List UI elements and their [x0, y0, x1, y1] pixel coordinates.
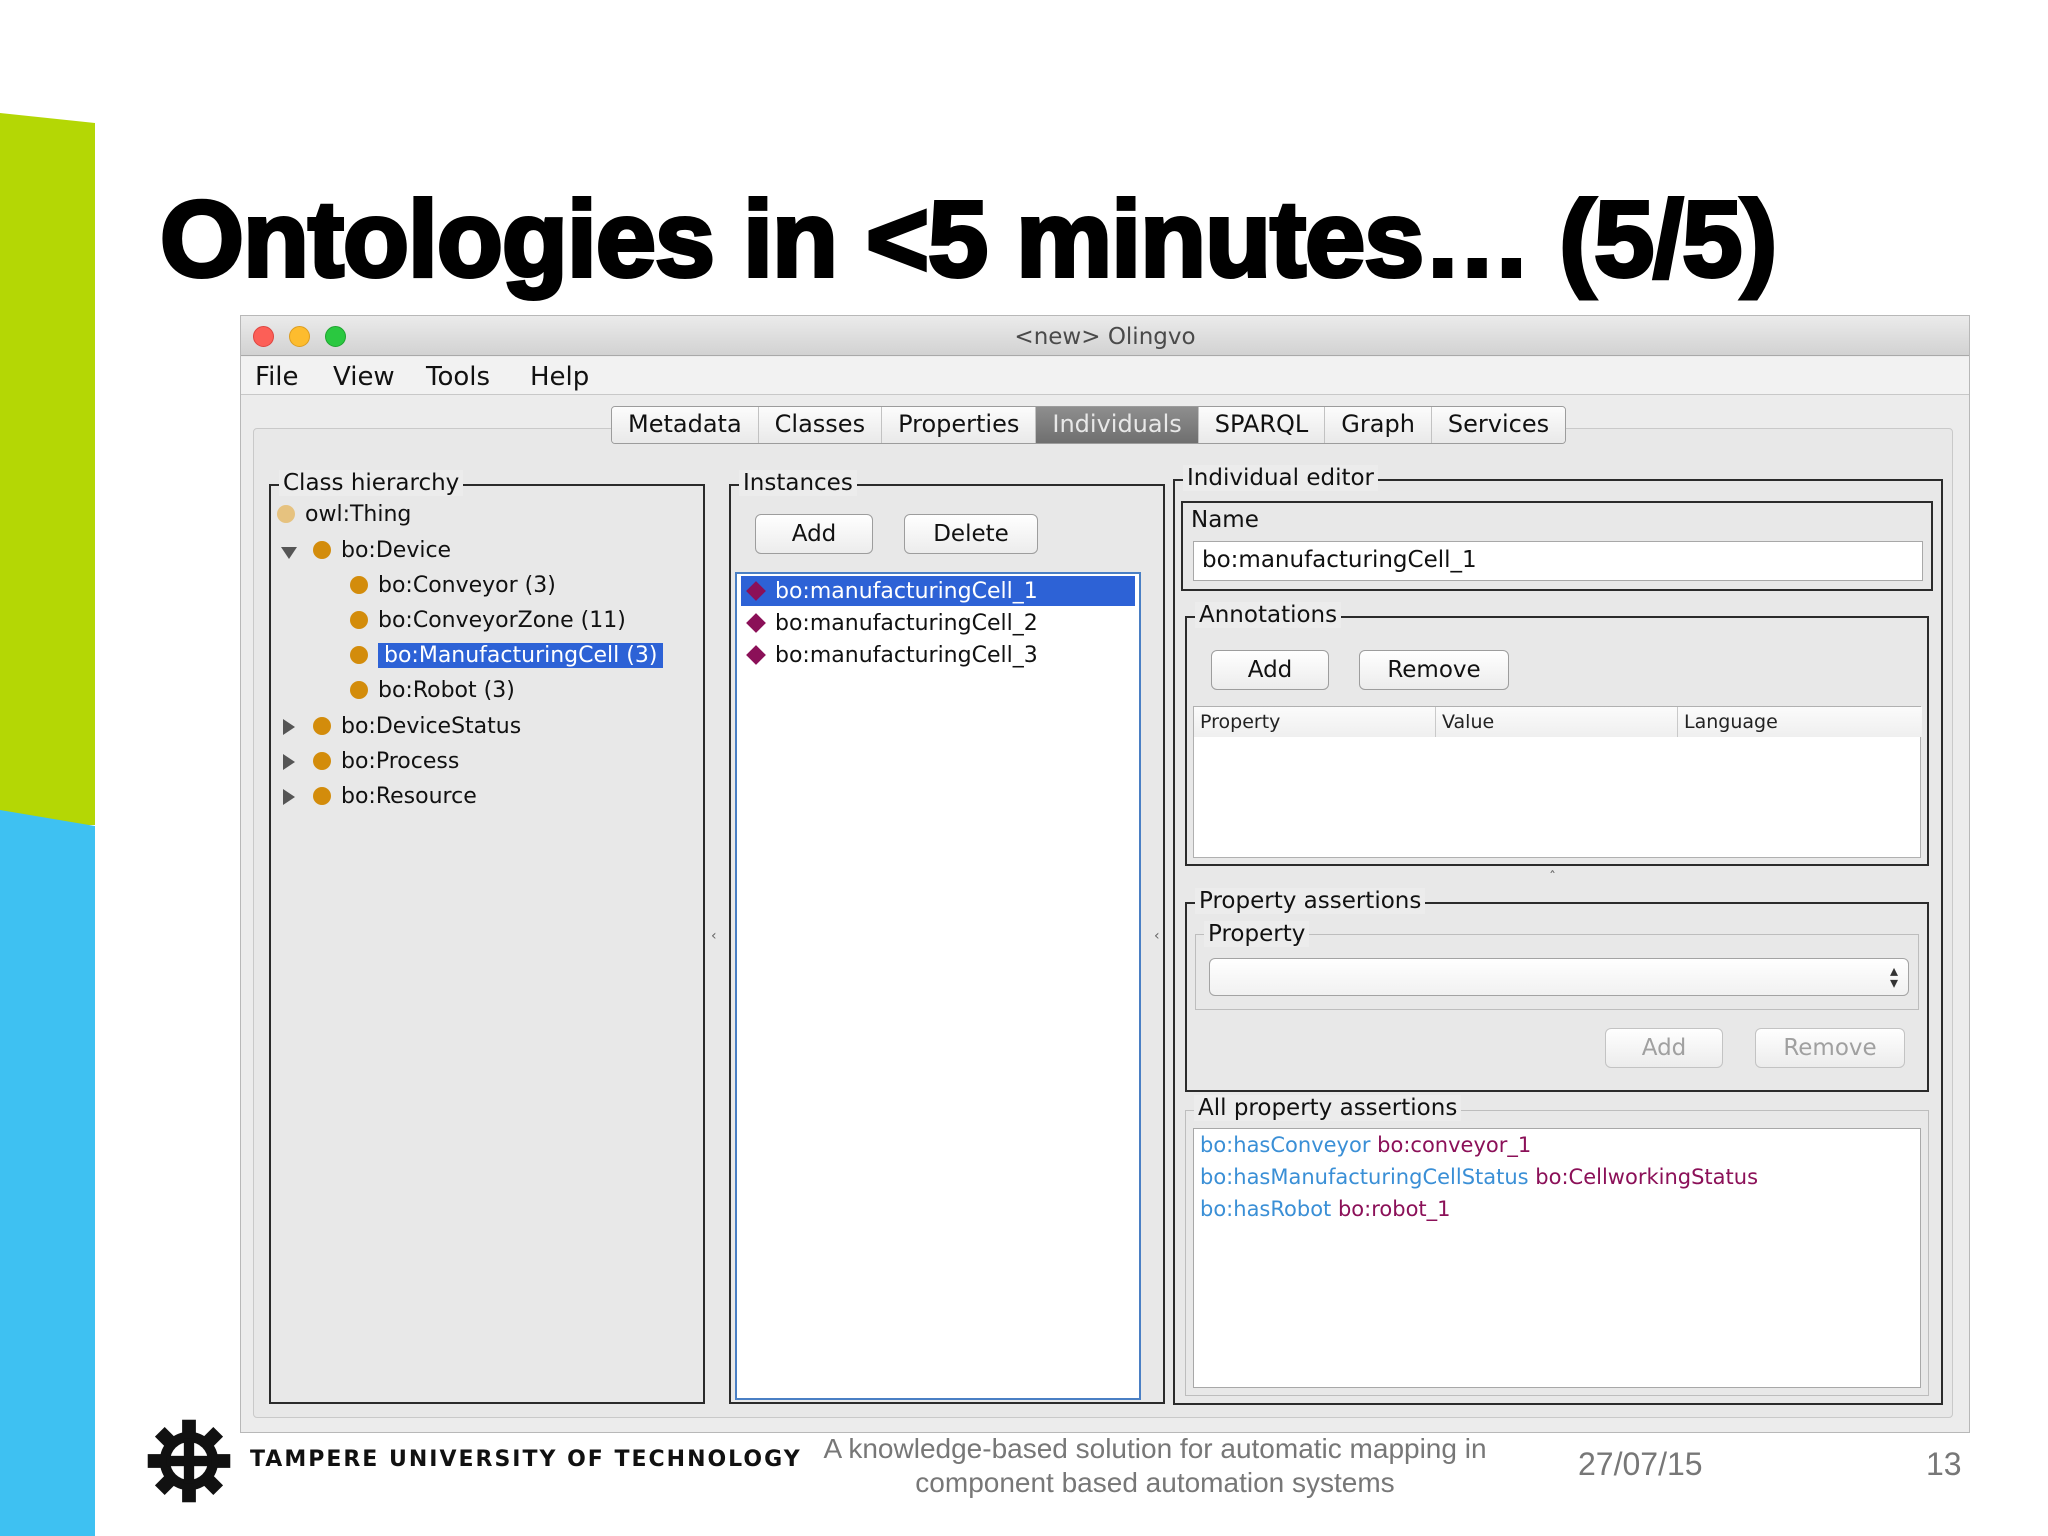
- decor-blue-stripe: [0, 810, 95, 1536]
- tree-item-manufacturingcell[interactable]: bo:ManufacturingCell (3): [350, 639, 664, 671]
- add-assertion-button[interactable]: Add: [1605, 1028, 1723, 1068]
- menu-tools[interactable]: Tools: [426, 362, 490, 392]
- individual-icon: [746, 581, 766, 601]
- tree-item-conveyorzone[interactable]: bo:ConveyorZone (11): [350, 604, 626, 636]
- remove-annotation-button[interactable]: Remove: [1359, 650, 1509, 690]
- tab-classes[interactable]: Classes: [758, 407, 883, 443]
- list-item[interactable]: bo:hasConveyor bo:conveyor_1: [1200, 1133, 1531, 1157]
- menu-help[interactable]: Help: [530, 362, 589, 392]
- tree-item-device[interactable]: bo:Device: [313, 534, 451, 566]
- university-logo-icon: [147, 1419, 231, 1503]
- select-stepper-icon: ▴ ▾: [1889, 961, 1898, 992]
- class-icon: [350, 646, 368, 664]
- column-header-language[interactable]: Language: [1678, 707, 1922, 737]
- class-icon: [350, 681, 368, 699]
- class-icon: [313, 787, 331, 805]
- property-assertions-legend: Property assertions: [1195, 888, 1426, 914]
- add-annotation-button[interactable]: Add: [1211, 650, 1329, 690]
- list-item[interactable]: bo:hasManufacturingCellStatus bo:Cellwor…: [1200, 1165, 1758, 1189]
- footer-description: A knowledge-based solution for automatic…: [823, 1433, 1487, 1498]
- tree-item-devicestatus[interactable]: bo:DeviceStatus: [313, 710, 521, 742]
- tab-sparql[interactable]: SPARQL: [1198, 407, 1326, 443]
- page-number: 13: [1926, 1446, 1962, 1482]
- delete-instance-button[interactable]: Delete: [904, 514, 1038, 554]
- tree-item-robot[interactable]: bo:Robot (3): [350, 674, 515, 706]
- annotations-table[interactable]: Property Value Language: [1193, 706, 1922, 858]
- splitter-handle-icon[interactable]: ‹: [1154, 928, 1160, 944]
- instances-legend: Instances: [739, 470, 857, 496]
- property-legend: Property: [1204, 921, 1310, 947]
- tab-properties[interactable]: Properties: [882, 407, 1037, 443]
- list-item[interactable]: bo:manufacturingCell_3: [741, 640, 1135, 670]
- footer-date: 27/07/15: [1578, 1446, 1703, 1482]
- tab-bar: Metadata Classes Properties Individuals …: [611, 406, 1567, 444]
- slide-title: Ontologies in <5 minutes… (5/5): [158, 176, 1779, 301]
- splitter-handle-icon[interactable]: ˆ: [1549, 870, 1556, 886]
- expand-arrow-icon[interactable]: [283, 719, 295, 735]
- add-instance-button[interactable]: Add: [755, 514, 873, 554]
- column-header-property[interactable]: Property: [1194, 707, 1436, 737]
- window-title: <new> Olingvo: [1014, 324, 1196, 350]
- name-legend: Name: [1191, 507, 1259, 533]
- app-window: <new> Olingvo File View Tools Help Metad…: [240, 315, 1970, 1433]
- class-icon: [313, 541, 331, 559]
- tab-services[interactable]: Services: [1431, 407, 1566, 443]
- class-icon: [350, 611, 368, 629]
- class-icon: [313, 752, 331, 770]
- tab-metadata[interactable]: Metadata: [612, 407, 759, 443]
- expand-arrow-icon[interactable]: [283, 754, 295, 770]
- tab-graph[interactable]: Graph: [1325, 407, 1432, 443]
- tree-item-owl-thing[interactable]: owl:Thing: [277, 498, 411, 530]
- all-assertions-list[interactable]: bo:hasConveyor bo:conveyor_1 bo:hasManuf…: [1193, 1128, 1921, 1388]
- instances-list[interactable]: bo:manufacturingCell_1 bo:manufacturingC…: [735, 572, 1141, 1400]
- individual-icon: [746, 613, 766, 633]
- tree-item-resource[interactable]: bo:Resource: [313, 780, 477, 812]
- tree-item-process[interactable]: bo:Process: [313, 745, 459, 777]
- splitter-handle-icon[interactable]: ‹: [711, 928, 717, 944]
- expand-arrow-icon[interactable]: [283, 789, 295, 805]
- class-hierarchy-legend: Class hierarchy: [279, 470, 464, 496]
- menubar: File View Tools Help: [241, 357, 1969, 395]
- class-icon: [350, 576, 368, 594]
- decor-green-stripe: [0, 113, 95, 825]
- class-icon: [313, 717, 331, 735]
- individual-icon: [746, 645, 766, 665]
- class-icon: [277, 505, 295, 523]
- tree-item-conveyor[interactable]: bo:Conveyor (3): [350, 569, 556, 601]
- annotations-legend: Annotations: [1195, 602, 1342, 628]
- menu-view[interactable]: View: [333, 362, 395, 392]
- window-titlebar: <new> Olingvo: [241, 316, 1969, 356]
- list-item[interactable]: bo:manufacturingCell_2: [741, 608, 1135, 638]
- collapse-arrow-icon[interactable]: [281, 547, 297, 559]
- remove-assertion-button[interactable]: Remove: [1755, 1028, 1905, 1068]
- property-select[interactable]: ▴ ▾: [1209, 958, 1909, 996]
- all-property-assertions-legend: All property assertions: [1194, 1095, 1462, 1121]
- name-field[interactable]: bo:manufacturingCell_1: [1193, 541, 1923, 581]
- list-item[interactable]: bo:hasRobot bo:robot_1: [1200, 1197, 1451, 1221]
- column-header-value[interactable]: Value: [1436, 707, 1678, 737]
- menu-file[interactable]: File: [255, 362, 299, 392]
- tab-individuals[interactable]: Individuals: [1036, 407, 1199, 443]
- footer-organization: TAMPERE UNIVERSITY OF TECHNOLOGY: [250, 1447, 802, 1472]
- list-item[interactable]: bo:manufacturingCell_1: [741, 576, 1135, 606]
- individual-editor-legend: Individual editor: [1183, 465, 1379, 491]
